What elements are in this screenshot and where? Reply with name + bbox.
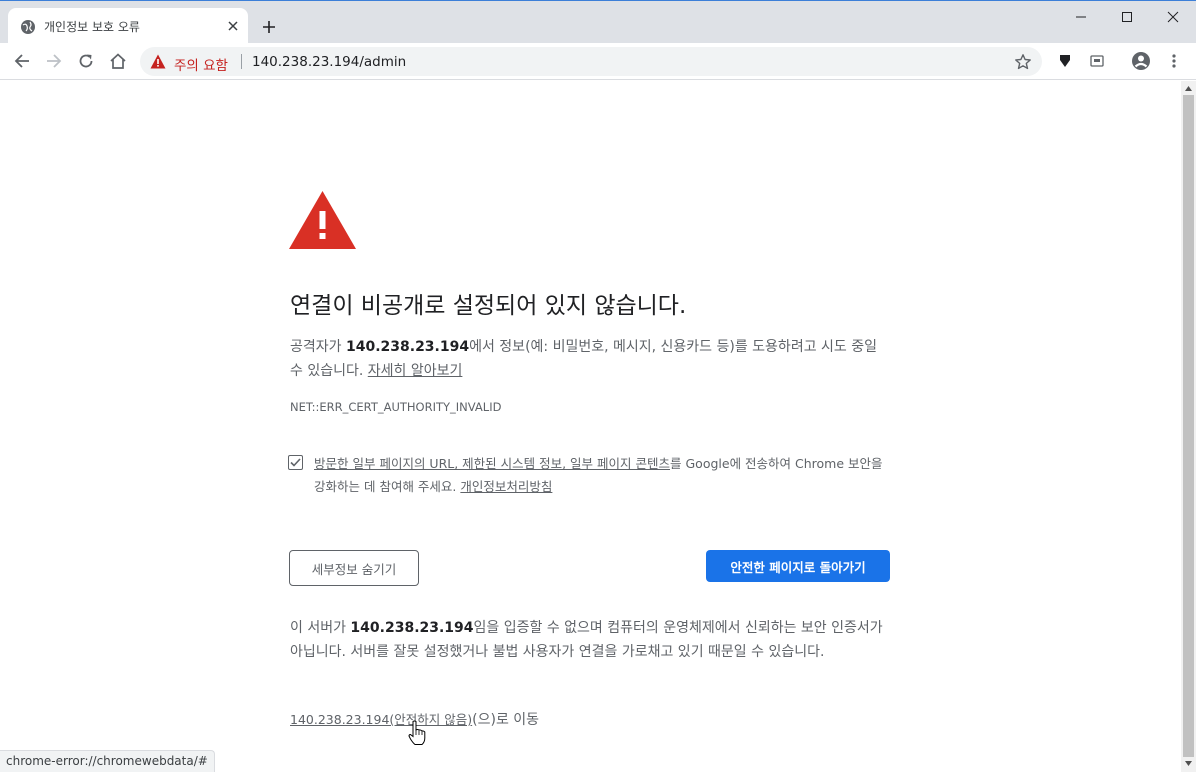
scroll-up-icon[interactable] [1184,84,1193,93]
maximize-button[interactable] [1104,1,1150,33]
message-text: 공격자가 [290,339,346,355]
safe-browsing-optin: 방문한 일부 페이지의 URL, 제한된 시스템 정보, 일부 페이지 콘텐츠를… [314,452,894,498]
globe-icon [21,20,35,34]
reload-icon [79,54,93,68]
proceed-suffix: (으)로 이동 [472,712,540,728]
home-icon [110,53,126,69]
close-icon [1167,11,1179,23]
hand-cursor-icon [408,720,426,745]
error-code: NET::ERR_CERT_AUTHORITY_INVALID [290,400,502,414]
toolbar: 주의 요함 140.238.23.194/admin [0,43,1196,80]
optin-data-link[interactable]: 방문한 일부 페이지의 URL, 제한된 시스템 정보, 일부 페이지 콘텐츠 [314,456,670,471]
back-to-safety-button[interactable]: 안전한 페이지로 돌아가기 [706,550,890,582]
vertical-scrollbar[interactable] [1181,81,1196,772]
maximize-icon [1122,12,1132,22]
home-button[interactable] [106,49,130,73]
star-icon[interactable] [1014,53,1032,71]
window-close-button[interactable] [1150,1,1196,33]
new-tab-button[interactable] [258,16,280,38]
details-message: 이 서버가 140.238.23.194임을 입증할 수 없으며 컴퓨터의 운영… [290,616,890,664]
profile-button[interactable] [1129,49,1153,73]
tab-active[interactable]: 개인정보 보호 오류 [8,8,248,44]
extension-icon [1060,55,1070,67]
warning-icon [150,54,166,69]
omnibox-divider [241,54,242,69]
check-icon [290,458,301,467]
host-name: 140.238.23.194 [345,339,470,355]
scrollbar-thumb[interactable] [1183,95,1194,757]
close-icon [228,21,238,31]
reload-button[interactable] [74,49,98,73]
page-heading: 연결이 비공개로 설정되어 있지 않습니다. [290,293,687,319]
extension-button[interactable] [1053,49,1077,73]
minimize-icon [1076,16,1086,18]
privacy-policy-link[interactable]: 개인정보처리방침 [460,479,552,494]
scroll-down-icon[interactable] [1184,759,1193,768]
url-text[interactable]: 140.238.23.194/admin [252,54,406,70]
address-bar[interactable]: 주의 요함 140.238.23.194/admin [140,47,1042,76]
plus-icon [263,21,275,33]
safe-browsing-checkbox[interactable] [288,455,303,470]
interstitial-page: 연결이 비공개로 설정되어 있지 않습니다. 공격자가 140.238.23.1… [0,81,1181,772]
warning-triangle-icon [289,191,356,249]
learn-more-link[interactable]: 자세히 알아보기 [368,363,463,379]
forward-button[interactable] [42,49,66,73]
host-name-2: 140.238.23.194 [350,620,474,636]
tab-title: 개인정보 보호 오류 [44,20,140,34]
minimize-button[interactable] [1058,1,1104,33]
security-status[interactable]: 주의 요함 [174,54,228,74]
details-text: 이 서버가 [290,620,351,636]
arrow-left-icon [14,54,29,68]
tab-close-button[interactable] [224,17,242,35]
extension-button-2[interactable] [1085,49,1109,73]
menu-button[interactable] [1162,49,1186,73]
more-vert-icon [1172,54,1176,68]
back-button[interactable] [10,49,34,73]
arrow-right-icon [47,54,62,68]
main-message: 공격자가 140.238.23.194에서 정보(예: 비밀번호, 메시지, 신… [290,335,890,383]
tab-strip: 개인정보 보호 오류 [0,0,1196,44]
hide-details-button[interactable]: 세부정보 숨기기 [289,550,419,586]
proceed-link[interactable]: 140.238.23.194(안전하지 않음) [290,712,472,727]
status-bar: chrome-error://chromewebdata/# [0,750,215,772]
account-icon [1132,52,1150,70]
media-icon [1090,55,1104,67]
